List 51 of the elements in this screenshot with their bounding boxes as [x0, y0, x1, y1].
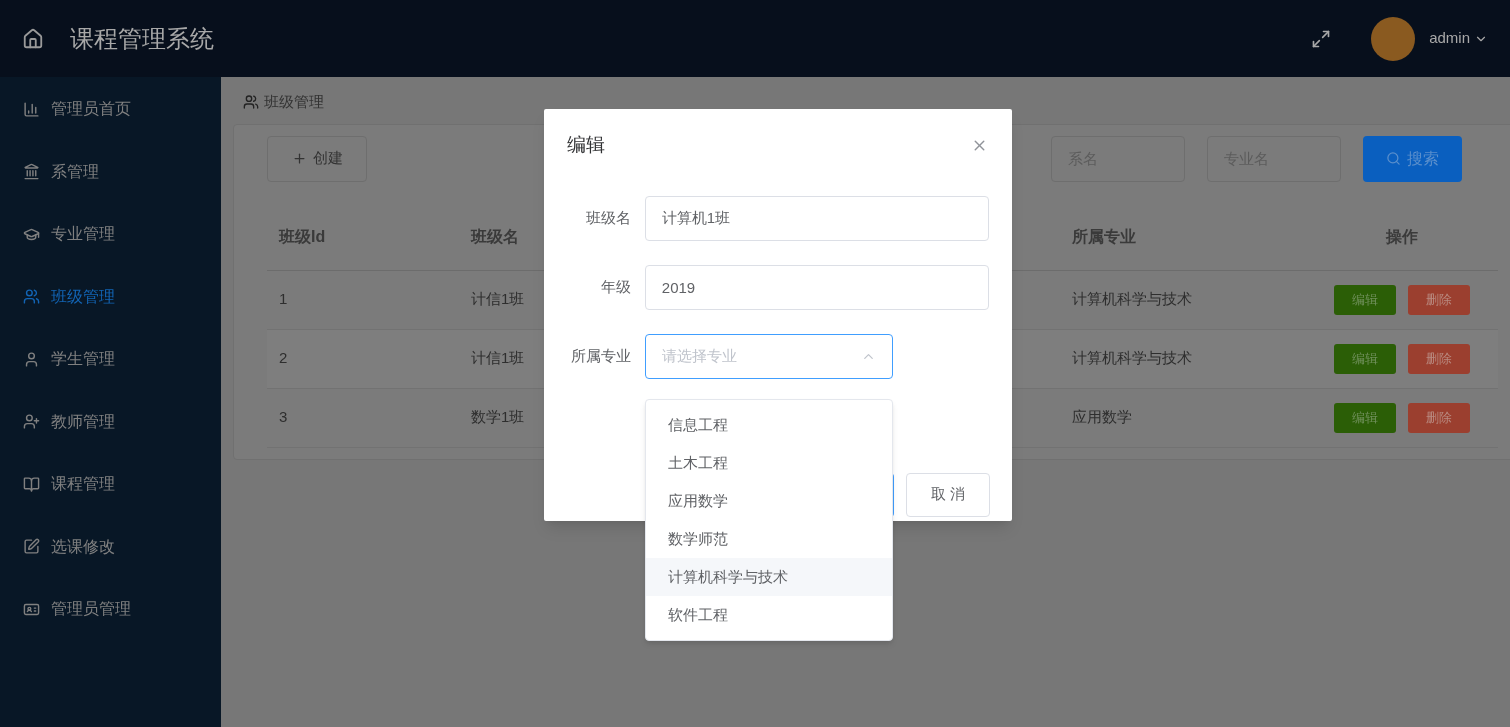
dropdown-option[interactable]: 土木工程 — [646, 444, 892, 482]
edit-icon — [23, 538, 40, 556]
fullscreen-icon[interactable] — [1311, 28, 1332, 49]
table-cell-text: 计信1班 — [471, 289, 525, 310]
building-icon — [23, 163, 40, 181]
search-icon — [1386, 151, 1401, 166]
table-cell-text: 1 — [278, 289, 288, 310]
table-cell-text: 计信1班 — [471, 348, 525, 369]
user-name[interactable]: admin — [1429, 27, 1470, 50]
users-icon — [243, 94, 259, 111]
text-field[interactable]: 计算机1班 — [644, 195, 989, 241]
app-title: 课程管理系统 — [70, 23, 214, 54]
create-button[interactable]: 创建 — [267, 135, 367, 182]
plus-icon — [291, 151, 307, 166]
field-label: 年级 — [599, 276, 631, 297]
table-cell-text: 数学1班 — [471, 407, 525, 428]
sidebar-item[interactable]: 选课修改 — [0, 515, 221, 578]
dialog-title: 编辑 — [567, 133, 605, 157]
home-icon[interactable] — [22, 27, 44, 50]
cancel-button[interactable]: 取 消 — [906, 472, 990, 517]
table-cell-text: 计算机科学与技术 — [1072, 289, 1192, 310]
field-label: 班级名 — [584, 207, 631, 228]
sidebar-item[interactable]: 管理员首页 — [0, 78, 221, 141]
column-header: 班级Id — [277, 226, 326, 247]
user-plus-icon — [23, 413, 40, 431]
dropdown-option[interactable]: 信息工程 — [646, 406, 892, 444]
sidebar-item[interactable]: 教师管理 — [0, 390, 221, 453]
sidebar-item[interactable]: 课程管理 — [0, 453, 221, 516]
table-cell-text: 应用数学 — [1072, 407, 1132, 428]
dropdown-option[interactable]: 计算机科学与技术 — [646, 558, 892, 596]
field-label: 所属专业 — [570, 345, 631, 366]
column-header: 所属专业 — [1072, 226, 1136, 247]
sidebar-item[interactable]: 管理员管理 — [0, 578, 221, 641]
users-icon — [23, 288, 40, 306]
user-icon — [23, 350, 40, 368]
dropdown-option[interactable]: 数学师范 — [646, 520, 892, 558]
column-header: 操作 — [1385, 226, 1418, 247]
sidebar-item[interactable]: 专业管理 — [0, 203, 221, 266]
breadcrumb: 班级管理 — [264, 92, 324, 112]
table-cell-text: 3 — [278, 407, 288, 428]
text-field[interactable]: 2019 — [644, 264, 989, 310]
sidebar-item[interactable]: 学生管理 — [0, 328, 221, 391]
sidebar-item[interactable]: 班级管理 — [0, 265, 221, 328]
dropdown-option[interactable]: 软件工程 — [646, 596, 892, 634]
bar-chart-icon — [23, 100, 40, 118]
table-cell-text: 计算机科学与技术 — [1072, 348, 1192, 369]
dropdown-option[interactable]: 应用数学 — [646, 482, 892, 520]
sidebar-item[interactable]: 系管理 — [0, 140, 221, 203]
table-cell-text: 2 — [278, 348, 288, 369]
book-icon — [23, 475, 40, 493]
column-header: 班级名 — [471, 226, 519, 247]
